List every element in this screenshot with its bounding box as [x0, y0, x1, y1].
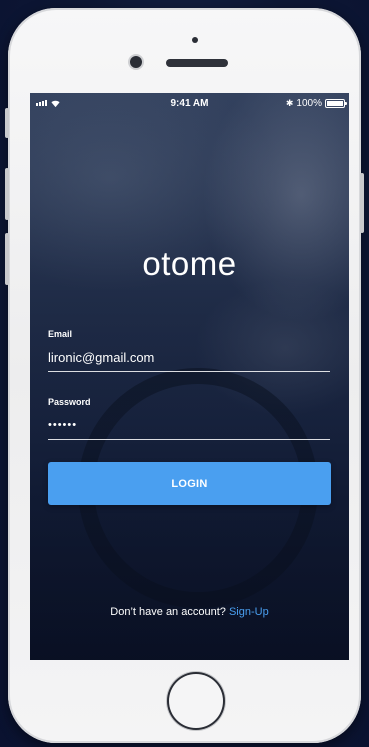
password-field[interactable] — [48, 415, 330, 435]
phone-screen: 9:41 AM ✱ 100% otome Email Password LOGI… — [30, 93, 349, 660]
password-label: Password — [48, 397, 91, 407]
email-field[interactable] — [48, 347, 330, 367]
background-overlay — [30, 93, 349, 660]
signup-prompt-text: Don’t have an account? — [110, 606, 226, 618]
volume-down-button — [5, 233, 9, 285]
status-right-group: ✱ 100% — [285, 98, 347, 109]
mute-switch — [5, 108, 9, 138]
app-logo: otome — [142, 245, 237, 282]
login-button[interactable]: LOGIN — [48, 462, 331, 505]
proximity-sensor — [192, 37, 198, 43]
email-underline — [48, 371, 330, 372]
battery-percent: 100% — [296, 98, 322, 109]
front-camera — [130, 56, 142, 68]
email-label: Email — [48, 329, 73, 339]
volume-up-button — [5, 168, 9, 220]
password-underline — [48, 439, 330, 440]
earpiece-speaker — [166, 59, 228, 67]
battery-icon — [325, 99, 347, 108]
signup-prompt: Don’t have an account? Sign-Up — [30, 606, 349, 618]
bluetooth-icon: ✱ — [285, 98, 294, 108]
signup-link[interactable]: Sign-Up — [229, 606, 269, 618]
power-button — [360, 173, 364, 233]
status-bar: 9:41 AM ✱ 100% — [30, 93, 349, 115]
home-button[interactable] — [169, 674, 223, 728]
